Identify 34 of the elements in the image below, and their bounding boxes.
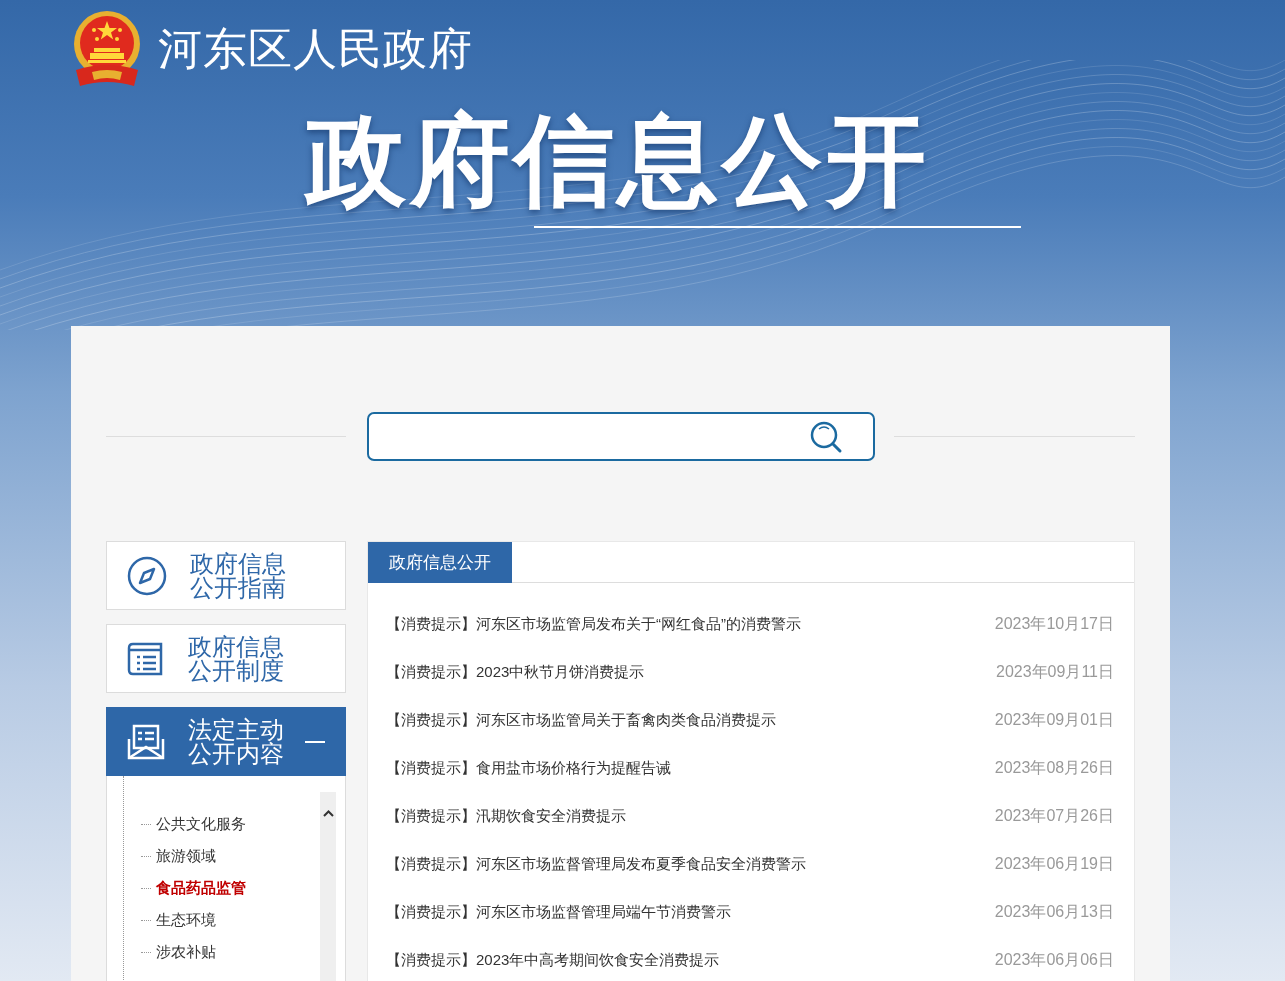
compass-icon	[127, 555, 167, 596]
sidebar-card[interactable]: 法定主动公开内容	[106, 707, 346, 776]
tab[interactable]: 政府信息公开	[368, 542, 512, 583]
minus-icon	[305, 740, 325, 743]
sidebar-card[interactable]: 政府信息公开制度	[106, 624, 346, 693]
submenu-item[interactable]: 涉农补贴	[156, 940, 216, 964]
submenu-item[interactable]: 生态环境	[156, 908, 216, 932]
news-date: 2023年06月19日	[994, 854, 1114, 874]
search-icon[interactable]	[809, 419, 843, 454]
news-link[interactable]: 【消费提示】河东区市场监管局关于畜禽肉类食品消费提示	[386, 708, 776, 732]
submenu-item[interactable]: 食品药品监管	[156, 876, 246, 900]
news-link[interactable]: 【消费提示】2023年中高考期间饮食安全消费提示	[386, 948, 720, 972]
news-link[interactable]: 【消费提示】河东区市场监督管理局发布夏季食品安全消费警示	[386, 852, 806, 876]
news-link[interactable]: 【消费提示】食用盐市场价格行为提醒告诫	[386, 756, 671, 780]
news-date: 2023年06月06日	[994, 950, 1114, 970]
caret-up-icon[interactable]	[322, 810, 334, 817]
submenu-item[interactable]: 旅游领域	[156, 844, 216, 868]
search-field[interactable]	[367, 412, 875, 461]
news-link[interactable]: 【消费提示】河东区市场监管局发布关于“网红食品”的消费警示	[386, 612, 801, 636]
news-date: 2023年08月26日	[994, 758, 1114, 778]
site-name: 河东区人民政府	[158, 27, 473, 71]
news-date: 2023年07月26日	[994, 806, 1114, 826]
sidebar-card[interactable]: 政府信息公开指南	[106, 541, 346, 610]
news-link[interactable]: 【消费提示】河东区市场监督管理局端午节消费警示	[386, 900, 731, 924]
page-title: 政府信息公开	[306, 104, 930, 216]
envelope-card-icon	[127, 722, 165, 761]
submenu-item[interactable]: 公共文化服务	[156, 812, 246, 836]
news-date: 2023年06月13日	[994, 902, 1114, 922]
news-link[interactable]: 【消费提示】汛期饮食安全消费提示	[386, 804, 626, 828]
news-date: 2023年10月17日	[994, 614, 1114, 634]
news-date: 2023年09月01日	[994, 710, 1114, 730]
scrollbar[interactable]	[320, 792, 336, 981]
news-link[interactable]: 【消费提示】2023中秋节月饼消费提示	[386, 660, 645, 684]
news-date: 2023年09月11日	[996, 662, 1114, 682]
